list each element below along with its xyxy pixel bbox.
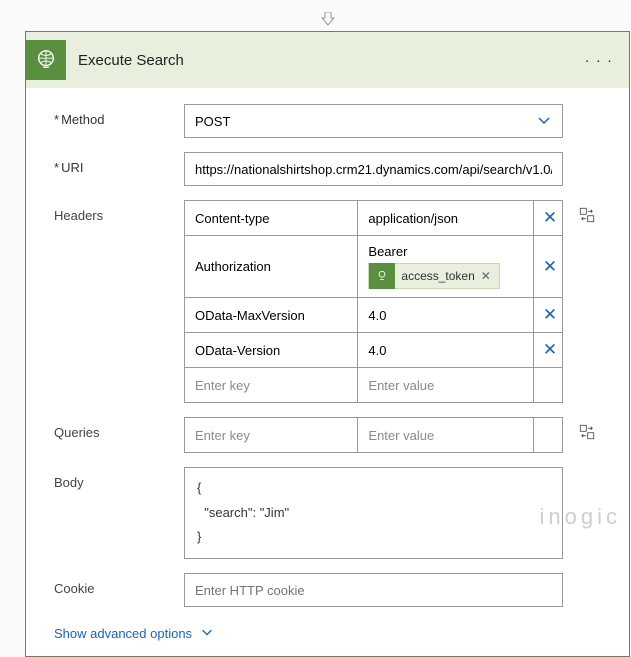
card-title: Execute Search bbox=[78, 52, 581, 69]
header-key[interactable]: OData-Version bbox=[185, 333, 358, 367]
header-value[interactable]: application/json bbox=[358, 201, 534, 235]
chevron-down-icon bbox=[200, 625, 214, 642]
uri-label: URI bbox=[54, 160, 83, 175]
remove-header-button[interactable]: ✕ bbox=[534, 236, 562, 297]
flow-arrow-icon bbox=[12, 12, 631, 29]
queries-table: Enter key Enter value ✕ bbox=[184, 417, 563, 453]
cookie-input[interactable] bbox=[184, 573, 563, 607]
header-key-input[interactable]: Enter key bbox=[185, 368, 358, 402]
action-card: Execute Search · · · Method POST URI bbox=[25, 31, 630, 657]
globe-icon bbox=[26, 40, 66, 80]
token-icon bbox=[369, 263, 395, 289]
switch-mode-icon[interactable] bbox=[578, 423, 596, 444]
remove-header-button[interactable]: ✕ bbox=[534, 201, 562, 235]
headers-label: Headers bbox=[54, 200, 184, 223]
chevron-down-icon bbox=[536, 112, 552, 131]
method-value: POST bbox=[195, 114, 230, 129]
body-label: Body bbox=[54, 467, 184, 490]
remove-header-button[interactable]: ✕ bbox=[534, 333, 562, 367]
query-key-input[interactable]: Enter key bbox=[185, 418, 358, 452]
cookie-label: Cookie bbox=[54, 573, 184, 596]
dynamic-token[interactable]: access_token ✕ bbox=[368, 263, 499, 289]
remove-header-button[interactable]: ✕ bbox=[534, 298, 562, 332]
header-value[interactable]: 4.0 bbox=[358, 298, 534, 332]
switch-mode-icon[interactable] bbox=[578, 206, 596, 227]
header-value[interactable]: 4.0 bbox=[358, 333, 534, 367]
uri-input[interactable] bbox=[184, 152, 563, 186]
headers-table: Content-type application/json ✕ Authoriz… bbox=[184, 200, 563, 403]
show-advanced-link[interactable]: Show advanced options bbox=[54, 625, 214, 642]
header-key[interactable]: OData-MaxVersion bbox=[185, 298, 358, 332]
method-label: Method bbox=[54, 112, 104, 127]
queries-label: Queries bbox=[54, 417, 184, 440]
remove-token-button[interactable]: ✕ bbox=[481, 269, 491, 283]
header-value-input[interactable]: Enter value bbox=[358, 368, 534, 402]
header-key[interactable]: Content-type bbox=[185, 201, 358, 235]
method-select[interactable]: POST bbox=[184, 104, 563, 138]
header-key[interactable]: Authorization bbox=[185, 236, 358, 297]
card-menu-button[interactable]: · · · bbox=[581, 52, 617, 69]
body-textarea[interactable]: { "search": "Jim" } bbox=[184, 467, 563, 559]
card-header[interactable]: Execute Search · · · bbox=[26, 32, 629, 88]
header-value[interactable]: Bearer access_token ✕ bbox=[358, 236, 534, 297]
query-value-input[interactable]: Enter value bbox=[358, 418, 534, 452]
